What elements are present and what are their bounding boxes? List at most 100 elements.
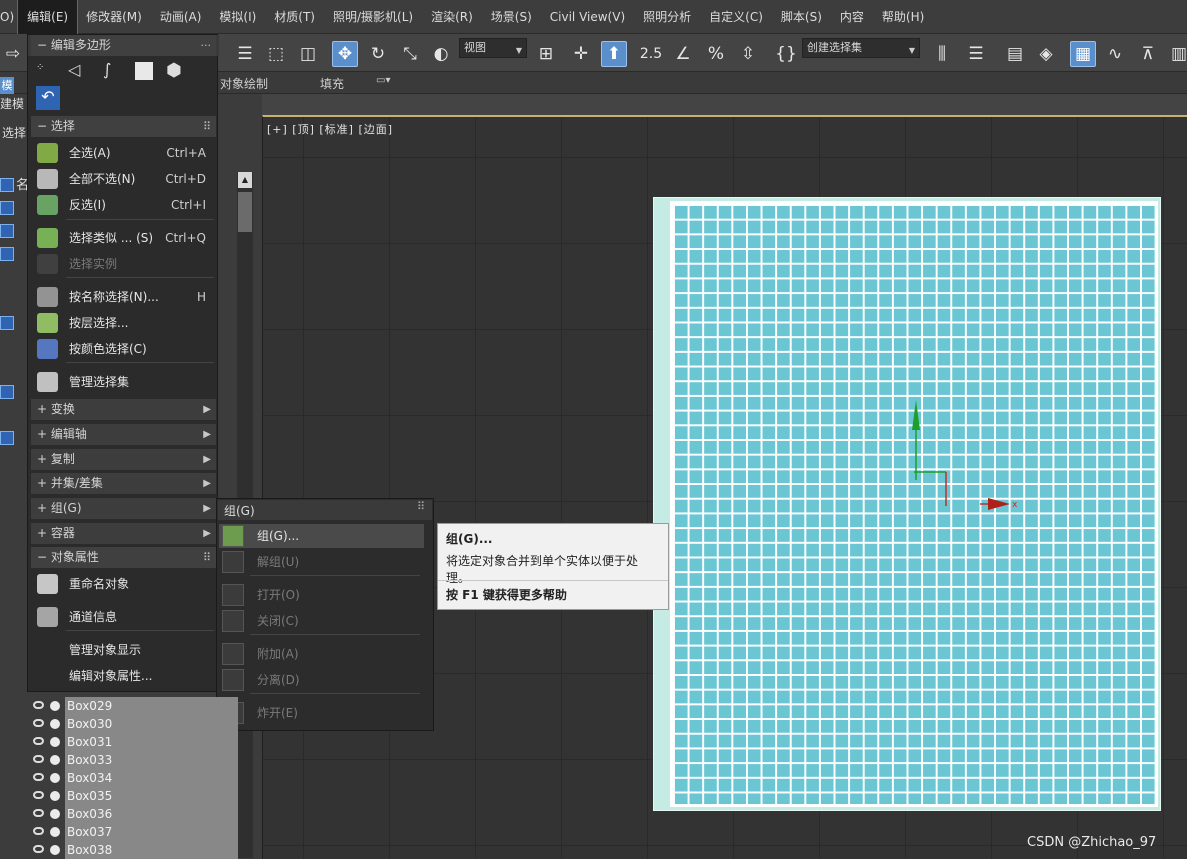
freeze-dot-icon[interactable]: [50, 845, 60, 855]
table-row[interactable]: Box035: [30, 787, 238, 805]
rect-select-icon[interactable]: ⬚: [263, 41, 289, 67]
eye-icon[interactable]: [33, 773, 44, 781]
freeze-dot-icon[interactable]: [50, 755, 60, 765]
filter-spacewarps-icon[interactable]: [0, 385, 14, 399]
scroll-up-icon[interactable]: ▲: [238, 172, 252, 188]
section-1[interactable]: + 编辑轴 ▶: [31, 424, 216, 445]
menu-item-select-7[interactable]: 按颜色选择(C): [31, 337, 216, 361]
freeze-dot-icon[interactable]: [50, 701, 60, 711]
menu-item-select-0[interactable]: 全选(A) Ctrl+A: [31, 141, 216, 165]
freeze-dot-icon[interactable]: [50, 737, 60, 747]
arrow-icon[interactable]: ⇨: [0, 41, 26, 67]
freeze-dot-icon[interactable]: [50, 809, 60, 819]
rotate-icon[interactable]: ↻: [365, 41, 391, 67]
menu-item-select-6[interactable]: 按层选择...: [31, 311, 216, 335]
menu-item-props-3[interactable]: 编辑对象属性...: [31, 664, 216, 688]
menu-item-13[interactable]: 内容: [831, 0, 873, 34]
eye-icon[interactable]: [33, 791, 44, 799]
table-row[interactable]: Box029: [30, 697, 238, 715]
border-icon[interactable]: ∫: [103, 60, 111, 79]
freeze-dot-icon[interactable]: [50, 791, 60, 801]
freeze-dot-icon[interactable]: [50, 719, 60, 729]
scale-icon[interactable]: ⤡: [397, 41, 423, 67]
menu-item-8[interactable]: 场景(S): [482, 0, 541, 34]
left-tab-model[interactable]: 模: [0, 77, 14, 94]
filter-cameras-icon[interactable]: [0, 247, 14, 261]
menu-item-5[interactable]: 材质(T): [265, 0, 324, 34]
menu-item-7[interactable]: 渲染(R): [422, 0, 482, 34]
table-row[interactable]: Box031: [30, 733, 238, 751]
section-5[interactable]: + 容器 ▶: [31, 523, 216, 544]
menu-item-0[interactable]: O): [0, 0, 18, 34]
mirror-icon[interactable]: ⫼: [929, 41, 955, 67]
menu-item-props-2[interactable]: 管理对象显示: [31, 638, 216, 662]
placement-icon[interactable]: ◐: [428, 41, 454, 67]
menu-item-select-8[interactable]: 管理选择集: [31, 370, 216, 394]
submenu-item-0[interactable]: 组(G)...: [219, 524, 424, 548]
pivot-icon[interactable]: ⊞: [533, 41, 559, 67]
window-crossing-icon[interactable]: ◫: [295, 41, 321, 67]
edit-named-sets-icon[interactable]: {}: [773, 41, 799, 67]
table-row[interactable]: Box030: [30, 715, 238, 733]
section-edit-poly[interactable]: − 编辑多边形 ···: [31, 35, 216, 56]
table-row[interactable]: Box036: [30, 805, 238, 823]
viewport-label[interactable]: [+] [顶] [标准] [边面]: [267, 121, 393, 137]
move-icon[interactable]: ✥: [332, 41, 358, 67]
menu-item-select-5[interactable]: 按名称选择(N)... H: [31, 285, 216, 309]
filter-groups-icon[interactable]: [0, 431, 14, 445]
filter-helpers-icon[interactable]: [0, 316, 14, 330]
section-0[interactable]: + 变换 ▶: [31, 399, 216, 420]
ribbon-toggle-icon[interactable]: ▦: [1070, 41, 1096, 67]
percent-snap-icon[interactable]: %: [703, 41, 729, 67]
y-axis-gizmo[interactable]: [911, 400, 921, 480]
element-icon[interactable]: ⬢: [166, 60, 182, 81]
snap-icon[interactable]: 2.5: [638, 41, 664, 67]
eye-icon[interactable]: [33, 737, 44, 745]
ribbon-options-icon[interactable]: ▭▾: [376, 75, 390, 86]
menu-item-10[interactable]: 照明分析: [634, 0, 700, 34]
x-axis-gizmo[interactable]: x: [980, 497, 1022, 511]
section-object-properties[interactable]: − 对象属性 ⠿: [31, 547, 216, 568]
menu-item-11[interactable]: 自定义(C): [700, 0, 772, 34]
plane-handle-gizmo[interactable]: [914, 470, 950, 510]
menu-item-props-0[interactable]: 重命名对象: [31, 572, 216, 596]
menu-item-14[interactable]: 帮助(H): [873, 0, 933, 34]
table-row[interactable]: Box037: [30, 823, 238, 841]
menu-item-select-1[interactable]: 全部不选(N) Ctrl+D: [31, 167, 216, 191]
section-4[interactable]: + 组(G) ▶: [31, 498, 216, 519]
polygon-icon[interactable]: [135, 62, 153, 80]
reference-coord-dropdown[interactable]: 视图 ▼: [459, 38, 527, 58]
filter-shapes-icon[interactable]: [0, 201, 14, 215]
eye-icon[interactable]: [33, 845, 44, 853]
section-2[interactable]: + 复制 ▶: [31, 449, 216, 470]
scene-explorer-icon[interactable]: ▤: [1002, 41, 1028, 67]
menu-item-3[interactable]: 动画(A): [151, 0, 211, 34]
align-icon[interactable]: ☰: [963, 41, 989, 67]
freeze-dot-icon[interactable]: [50, 827, 60, 837]
section-3[interactable]: + 并集/差集 ▶: [31, 473, 216, 494]
ribbon-tab-object-paint[interactable]: 对象绘制: [220, 75, 268, 92]
menu-item-1[interactable]: 编辑(E): [17, 0, 79, 35]
section-select[interactable]: − 选择 ⠿: [31, 116, 216, 137]
curve-editor-icon[interactable]: ∿: [1102, 41, 1128, 67]
undo-icon[interactable]: ↶: [36, 86, 60, 110]
material-editor-icon[interactable]: ▥: [1166, 41, 1187, 67]
select-list-icon[interactable]: ☰: [232, 41, 258, 67]
menu-item-select-2[interactable]: 反选(I) Ctrl+I: [31, 193, 216, 217]
edge-icon[interactable]: ◁: [68, 60, 80, 79]
table-row[interactable]: Box034: [30, 769, 238, 787]
menu-item-props-1[interactable]: 通道信息: [31, 605, 216, 629]
menu-item-6[interactable]: 照明/摄影机(L): [324, 0, 422, 34]
menu-item-4[interactable]: 模拟(I): [210, 0, 265, 34]
angle-snap-icon[interactable]: ∠: [670, 41, 696, 67]
eye-icon[interactable]: [33, 755, 44, 763]
filter-geometry-icon[interactable]: [0, 178, 14, 192]
named-selection-dropdown[interactable]: 创建选择集 ▼: [802, 38, 920, 58]
table-row[interactable]: Box038: [30, 841, 238, 859]
eye-icon[interactable]: [33, 827, 44, 835]
ribbon-tab-fill[interactable]: 填充: [320, 75, 344, 92]
layer-explorer-icon[interactable]: ◈: [1033, 41, 1059, 67]
freeze-dot-icon[interactable]: [50, 773, 60, 783]
menu-item-12[interactable]: 脚本(S): [772, 0, 831, 34]
eye-icon[interactable]: [33, 701, 44, 709]
